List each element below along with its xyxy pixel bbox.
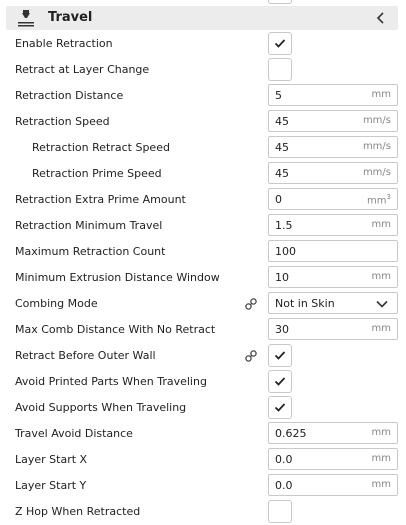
setting-checkbox[interactable] — [268, 58, 292, 81]
input-value: 10 — [275, 271, 289, 284]
setting-label: Travel Avoid Distance — [15, 427, 133, 440]
setting-checkbox[interactable] — [268, 344, 292, 367]
setting-input[interactable]: 100 — [268, 240, 398, 262]
setting-row-travel-avoid-distance: Travel Avoid Distance 0.625 mm — [0, 421, 406, 447]
chevron-down-icon — [376, 300, 388, 308]
setting-input[interactable]: 10 mm — [268, 266, 398, 288]
setting-dropdown[interactable]: Not in Skin — [268, 292, 398, 314]
unit-label: mm — [371, 323, 391, 334]
input-value: 0.0 — [275, 453, 293, 466]
setting-label: Combing Mode — [15, 297, 98, 310]
setting-input[interactable]: 0.0 mm — [268, 448, 398, 470]
setting-label: Retract at Layer Change — [15, 63, 150, 76]
setting-row-retraction-distance: Retraction Distance 5 mm — [0, 83, 406, 109]
setting-input[interactable]: 30 mm — [268, 318, 398, 340]
input-value: 0.625 — [275, 427, 307, 440]
input-value: 0.0 — [275, 479, 293, 492]
unit-label: mm — [371, 453, 391, 464]
travel-nozzle-icon — [18, 10, 34, 27]
setting-label: Retraction Distance — [15, 89, 124, 102]
check-icon — [274, 403, 286, 412]
setting-row-retraction-speed: Retraction Speed 45 mm/s — [0, 109, 406, 135]
setting-input[interactable]: 1.5 mm — [268, 214, 398, 236]
dropdown-value: Not in Skin — [275, 297, 335, 310]
link-icon[interactable] — [244, 297, 258, 311]
setting-label: Retraction Speed — [15, 115, 110, 128]
setting-label: Z Hop When Retracted — [15, 505, 141, 518]
previous-setting-control-edge — [268, 0, 292, 4]
unit-label: mm3 — [367, 193, 391, 207]
setting-row-avoid-printed-parts-when-traveling: Avoid Printed Parts When Traveling — [0, 369, 406, 395]
setting-checkbox[interactable] — [268, 396, 292, 419]
setting-row-retraction-extra-prime-amount: Retraction Extra Prime Amount 0 mm3 — [0, 187, 406, 213]
input-value: 45 — [275, 141, 289, 154]
setting-label: Avoid Printed Parts When Traveling — [15, 375, 207, 388]
link-icon[interactable] — [244, 349, 258, 363]
setting-row-maximum-retraction-count: Maximum Retraction Count 100 — [0, 239, 406, 265]
setting-row-minimum-extrusion-distance-window: Minimum Extrusion Distance Window 10 mm — [0, 265, 406, 291]
setting-label: Retraction Minimum Travel — [15, 219, 163, 232]
unit-label: mm/s — [362, 141, 391, 152]
input-value: 45 — [275, 115, 289, 128]
setting-row-layer-start-x: Layer Start X 0.0 mm — [0, 447, 406, 473]
setting-label: Retraction Extra Prime Amount — [15, 193, 186, 206]
unit-label: mm — [371, 271, 391, 282]
input-value: 1.5 — [275, 219, 293, 232]
setting-checkbox[interactable] — [268, 370, 292, 393]
setting-row-avoid-supports-when-traveling: Avoid Supports When Traveling — [0, 395, 406, 421]
unit-label: mm/s — [362, 167, 391, 178]
check-icon — [274, 377, 286, 386]
unit-label: mm — [371, 219, 391, 230]
setting-checkbox[interactable] — [268, 32, 292, 55]
setting-row-combing-mode: Combing Mode Not in Skin — [0, 291, 406, 317]
setting-row-retraction-prime-speed: Retraction Prime Speed 45 mm/s — [0, 161, 406, 187]
setting-label: Retraction Prime Speed — [32, 167, 162, 180]
setting-input[interactable]: 0.0 mm — [268, 474, 398, 496]
input-value: 0 — [275, 193, 282, 206]
input-value: 100 — [275, 245, 296, 258]
setting-row-retract-at-layer-change: Retract at Layer Change — [0, 57, 406, 83]
input-value: 5 — [275, 89, 282, 102]
setting-input[interactable]: 0 mm3 — [268, 188, 398, 210]
setting-input[interactable]: 45 mm/s — [268, 110, 398, 132]
setting-input[interactable]: 5 mm — [268, 84, 398, 106]
setting-row-layer-start-y: Layer Start Y 0.0 mm — [0, 473, 406, 499]
unit-superscript: 3 — [386, 193, 391, 201]
setting-row-max-comb-distance-with-no-retract: Max Comb Distance With No Retract 30 mm — [0, 317, 406, 343]
category-header-travel[interactable]: Travel — [6, 6, 398, 30]
setting-label: Maximum Retraction Count — [15, 245, 166, 258]
setting-label: Minimum Extrusion Distance Window — [15, 271, 220, 284]
setting-row-retraction-retract-speed: Retraction Retract Speed 45 mm/s — [0, 135, 406, 161]
setting-input[interactable]: 0.625 mm — [268, 422, 398, 444]
setting-label: Avoid Supports When Traveling — [15, 401, 187, 414]
setting-row-z-hop-when-retracted: Z Hop When Retracted — [0, 499, 406, 525]
setting-checkbox[interactable] — [268, 500, 292, 523]
setting-label: Max Comb Distance With No Retract — [15, 323, 216, 336]
unit-label: mm/s — [362, 115, 391, 126]
setting-row-retraction-minimum-travel: Retraction Minimum Travel 1.5 mm — [0, 213, 406, 239]
input-value: 45 — [275, 167, 289, 180]
setting-row-enable-retraction: Enable Retraction — [0, 31, 406, 57]
setting-input[interactable]: 45 mm/s — [268, 136, 398, 158]
setting-label: Layer Start X — [15, 453, 88, 466]
unit-label: mm — [371, 479, 391, 490]
setting-label: Retraction Retract Speed — [32, 141, 170, 154]
unit-label: mm — [371, 427, 391, 438]
setting-label: Layer Start Y — [15, 479, 87, 492]
category-title: Travel — [48, 10, 93, 25]
check-icon — [274, 39, 286, 48]
setting-label: Retract Before Outer Wall — [15, 349, 156, 362]
setting-input[interactable]: 45 mm/s — [268, 162, 398, 184]
setting-label: Enable Retraction — [15, 37, 113, 50]
chevron-left-icon[interactable] — [374, 11, 388, 25]
check-icon — [274, 351, 286, 360]
unit-label: mm — [371, 89, 391, 100]
setting-row-retract-before-outer-wall: Retract Before Outer Wall — [0, 343, 406, 369]
input-value: 30 — [275, 323, 289, 336]
